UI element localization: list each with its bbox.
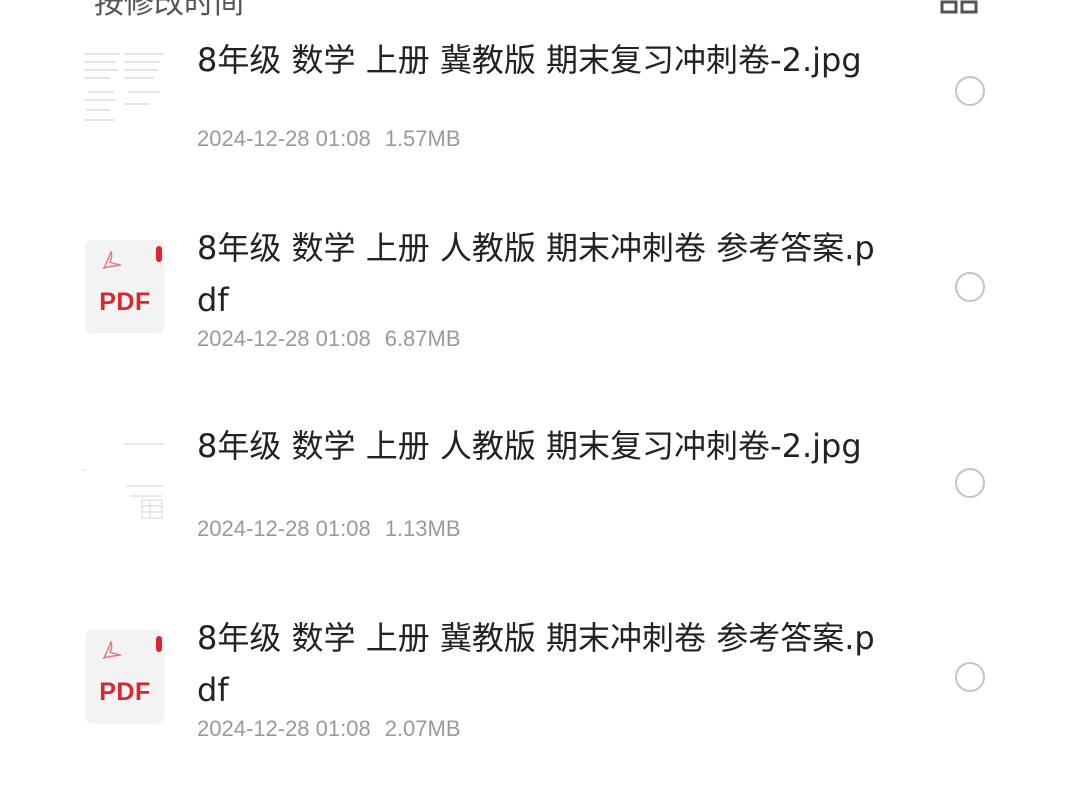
file-list-item[interactable]: 8年级 数学 上册 冀教版 期末复习冲刺卷-2.jpg 2024-12-28 0… [0, 20, 1080, 190]
select-radio[interactable] [955, 662, 985, 692]
file-size: 6.87MB [384, 326, 461, 351]
file-list-item[interactable]: PDF 8年级 数学 上册 人教版 期末冲刺卷 参考答案.pdf 2024-12… [0, 218, 1080, 388]
file-list: 8年级 数学 上册 冀教版 期末复习冲刺卷-2.jpg 2024-12-28 0… [0, 0, 1080, 810]
acrobat-icon [102, 250, 122, 270]
file-meta: 2024-12-28 01:08 1.57MB [197, 126, 461, 152]
select-radio[interactable] [955, 76, 985, 106]
file-size: 1.57MB [384, 126, 461, 151]
file-date: 2024-12-28 01:08 [197, 516, 371, 541]
file-name: 8年级 数学 上册 人教版 期末冲刺卷 参考答案.pdf [197, 229, 875, 319]
file-name: 8年级 数学 上册 冀教版 期末冲刺卷 参考答案.pdf [197, 619, 875, 709]
file-date: 2024-12-28 01:08 [197, 326, 371, 351]
file-list-item[interactable]: 8年级 数学 上册 人教版 期末复习冲刺卷-2.jpg 2024-12-28 0… [0, 414, 1080, 584]
file-size: 2.07MB [384, 716, 461, 741]
image-thumbnail-icon [80, 40, 168, 136]
pdf-corner-mark [156, 246, 162, 262]
file-date: 2024-12-28 01:08 [197, 126, 371, 151]
file-date: 2024-12-28 01:08 [197, 716, 371, 741]
select-radio[interactable] [955, 272, 985, 302]
pdf-file-icon: PDF [86, 240, 164, 332]
file-name: 8年级 数学 上册 冀教版 期末复习冲刺卷-2.jpg [197, 41, 862, 79]
file-size: 1.13MB [384, 516, 461, 541]
pdf-file-icon: PDF [86, 630, 164, 722]
file-name: 8年级 数学 上册 人教版 期末复习冲刺卷-2.jpg [197, 427, 862, 465]
acrobat-icon [102, 640, 122, 660]
file-meta: 2024-12-28 01:08 6.87MB [197, 326, 461, 352]
file-meta: 2024-12-28 01:08 1.13MB [197, 516, 461, 542]
file-list-item[interactable]: PDF 8年级 数学 上册 冀教版 期末冲刺卷 参考答案.pdf 2024-12… [0, 608, 1080, 778]
pdf-label: PDF [99, 678, 151, 706]
pdf-label: PDF [99, 288, 151, 316]
select-radio[interactable] [955, 468, 985, 498]
pdf-corner-mark [156, 636, 162, 652]
file-meta: 2024-12-28 01:08 2.07MB [197, 716, 461, 742]
image-thumbnail-icon [80, 436, 168, 532]
